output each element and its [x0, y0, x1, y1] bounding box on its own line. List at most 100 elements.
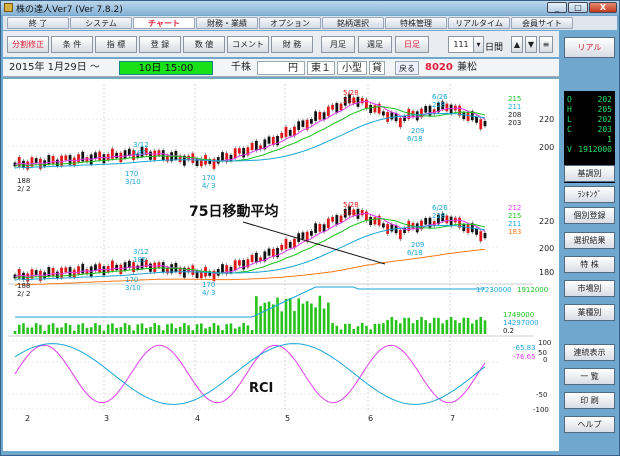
trend-button[interactable]: 基調別: [564, 165, 615, 182]
ohlc-row-change: 1: [607, 135, 612, 144]
candle-body: [398, 117, 402, 128]
volume-bar: [386, 320, 389, 334]
indicator-button[interactable]: 指 標: [95, 36, 137, 53]
volume-bar: [246, 325, 250, 334]
menu-system[interactable]: システム: [70, 17, 132, 29]
help-button[interactable]: ヘルプ: [564, 416, 615, 433]
finance-button[interactable]: 財 務: [271, 36, 313, 53]
candle-body: [475, 228, 478, 235]
volume-bar: [225, 324, 229, 334]
rci-tick-minus100: -100: [533, 406, 549, 414]
menu-exit[interactable]: 終 了: [7, 17, 69, 29]
menu-financials[interactable]: 財務・業績: [196, 17, 258, 29]
minimize-button[interactable]: _: [547, 2, 567, 13]
volume-bar: [128, 325, 131, 334]
chevron-down-icon[interactable]: ▾: [474, 36, 484, 53]
comment-button[interactable]: コメント: [227, 36, 269, 53]
menu-lines-icon[interactable]: ≡: [539, 36, 553, 53]
candle-body: [280, 244, 284, 251]
menu-member-site[interactable]: 会員サイト: [511, 17, 573, 29]
candle-body: [221, 264, 224, 273]
realtime-button[interactable]: リアル: [564, 37, 615, 58]
volume-bar: [166, 324, 169, 334]
days-unit-label: 日間: [485, 43, 504, 53]
daily-button[interactable]: 日足: [395, 36, 429, 53]
candle-body: [98, 151, 102, 161]
volume-bar: [157, 325, 161, 334]
price-tick-200-top: 200: [539, 143, 554, 152]
menu-chart[interactable]: チャート: [133, 17, 195, 29]
hi1-date-label-b: 3/12: [133, 248, 149, 256]
candle-body: [424, 218, 428, 225]
chart-area[interactable]: 215 211 208 203 220 200 212 215 211 183 …: [3, 78, 559, 451]
lo2-price-label-b: 170: [125, 276, 138, 284]
candle-body: [77, 154, 80, 162]
individual-register-button[interactable]: 個別登録: [564, 207, 615, 224]
market-button[interactable]: 市場別: [564, 280, 615, 297]
weekly-button[interactable]: 週足: [358, 36, 392, 53]
vol-value-2: 14297000: [503, 319, 539, 327]
maximize-button[interactable]: □: [568, 2, 588, 13]
close-button[interactable]: X: [589, 2, 617, 13]
vol-value-3: 0.2: [503, 327, 514, 335]
menu-options[interactable]: オプション: [259, 17, 321, 29]
volume-bar: [280, 311, 284, 334]
lo3-price-label-b: 170: [202, 281, 215, 289]
price-tick-220-mid: 220: [539, 217, 554, 226]
selection-result-button[interactable]: 選択結果: [564, 232, 615, 249]
back-button[interactable]: 戻る: [395, 61, 419, 75]
industry-button[interactable]: 業種別: [564, 304, 615, 321]
continuous-display-button[interactable]: 連続表示: [564, 344, 615, 361]
currency-select[interactable]: 円: [257, 61, 305, 75]
ma75-annotation: 75日移動平均: [189, 203, 278, 220]
condition-button[interactable]: 条 件: [51, 36, 93, 53]
monthly-button[interactable]: 月足: [321, 36, 355, 53]
candle-body: [424, 106, 428, 113]
volume-bar: [483, 320, 487, 334]
app-window: 株の達人Ver7 (Ver 7.8.2) _ □ X 終 了 システム チャート…: [0, 0, 620, 456]
arrow-up-icon[interactable]: ▲: [511, 36, 523, 53]
volume-bar: [445, 319, 449, 334]
low-price-label-b: 188: [17, 282, 30, 290]
volume-bar: [424, 320, 428, 334]
candle-body: [373, 217, 377, 225]
volume-bar: [466, 317, 470, 334]
volume-bar: [432, 317, 436, 334]
candle-body: [64, 155, 68, 161]
split-adjust-button[interactable]: 分割修正: [7, 36, 49, 53]
arrow-down-icon[interactable]: ▼: [525, 36, 537, 53]
ranking-button[interactable]: ﾗﾝｷﾝｸﾞ: [564, 186, 615, 203]
menu-realtime[interactable]: リアルタイム: [448, 17, 510, 29]
volume-bar: [187, 325, 190, 334]
volume-bar: [102, 330, 106, 334]
lo3-date-label-b: 4/ 3: [202, 289, 216, 297]
unit-label: 千株: [231, 62, 251, 73]
print-button[interactable]: 印 刷: [564, 392, 615, 409]
register-button[interactable]: 登 録: [139, 36, 181, 53]
low-price-label-a: 188: [17, 177, 30, 185]
days-select[interactable]: 111: [448, 36, 474, 53]
volume-bar: [462, 317, 466, 334]
volume-bar: [343, 323, 347, 334]
lo2-date-label-b: 3/10: [125, 284, 141, 292]
special-stock-button[interactable]: 特 株: [564, 256, 615, 273]
volume-bar: [360, 323, 364, 334]
lo4-price-label-a: 209: [411, 127, 424, 135]
volume-bar: [407, 317, 411, 334]
candle-body: [331, 104, 334, 110]
values-button[interactable]: 数 値: [183, 36, 225, 53]
candle-body: [449, 104, 453, 115]
list-button[interactable]: 一 覧: [564, 368, 615, 385]
menu-special-stock[interactable]: 特株管理: [385, 17, 447, 29]
volume-bar: [293, 311, 296, 334]
stock-code: 8020: [425, 62, 453, 73]
candle-body: [297, 233, 301, 242]
volume-bar: [238, 326, 241, 334]
stock-chart-svg[interactable]: 215 211 208 203 220 200 212 215 211 183 …: [3, 79, 559, 452]
volume-bar: [132, 330, 135, 334]
menu-bar: 終 了 システム チャート 財務・業績 オプション 銘柄選択 特株管理 リアルタ…: [3, 16, 617, 30]
volume-bar: [411, 323, 415, 334]
candle-body: [85, 269, 89, 274]
menu-stock-select[interactable]: 銘柄選択: [322, 17, 384, 29]
volume-bar: [348, 323, 351, 334]
